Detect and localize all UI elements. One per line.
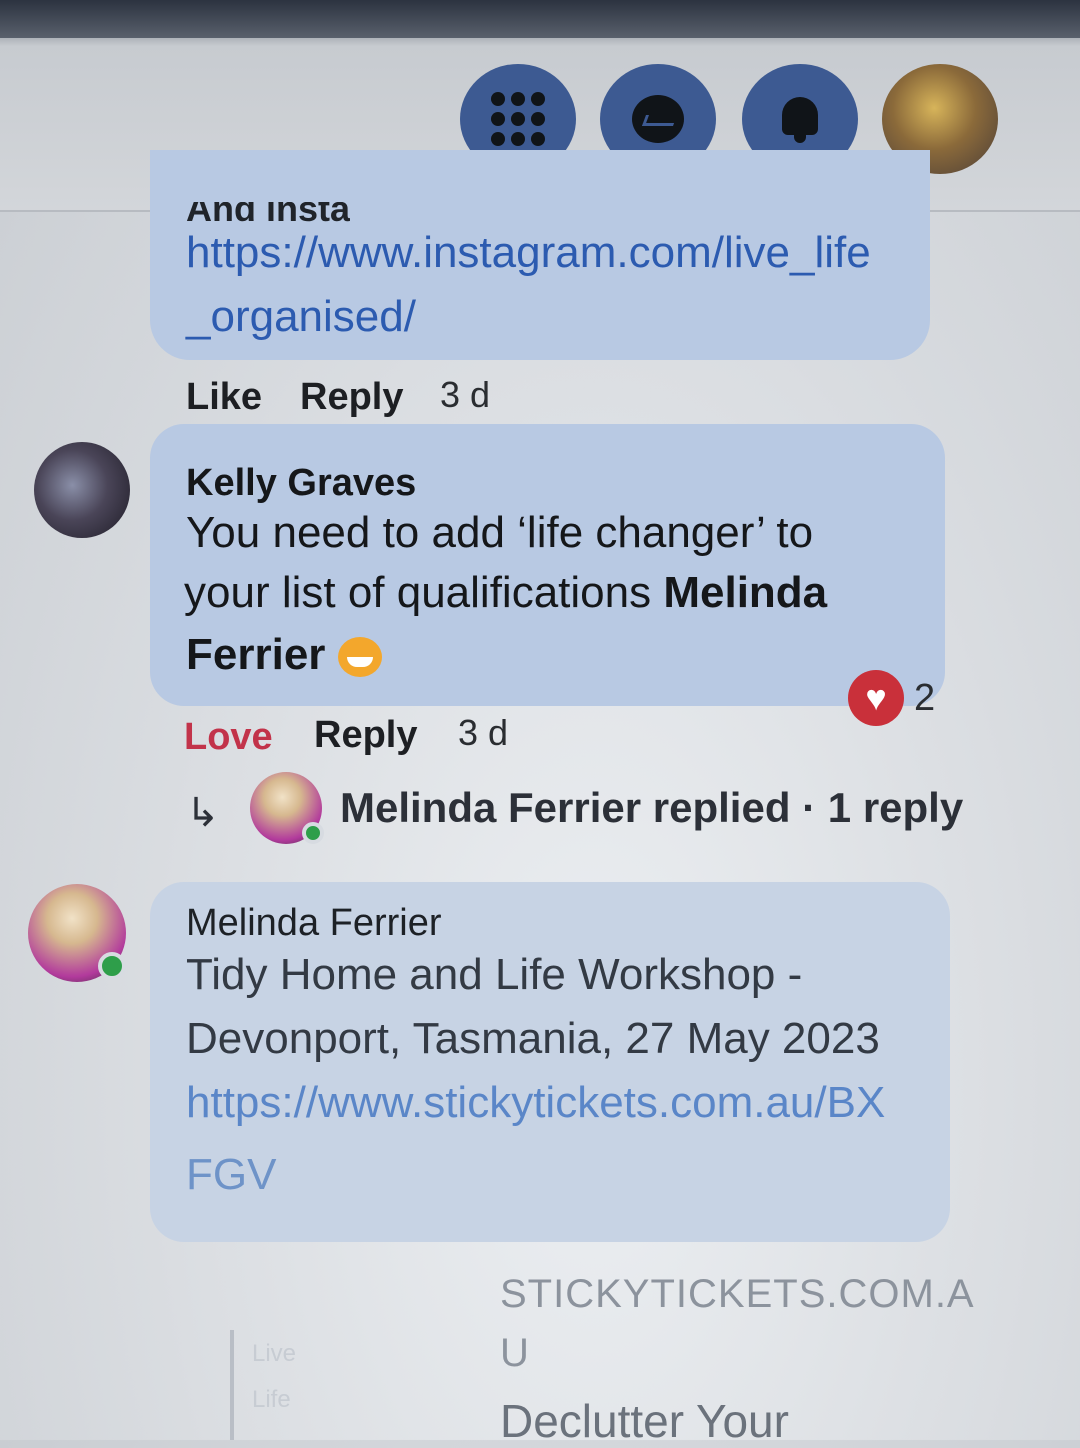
reply-button[interactable]: Reply (300, 376, 403, 419)
comment-text-line: Ferrier (186, 630, 382, 680)
online-status-icon (302, 822, 324, 844)
instagram-link[interactable]: https://www.instagram.com/live_life (186, 228, 871, 278)
mention-ferrier[interactable]: Ferrier (186, 630, 325, 679)
reply-button[interactable]: Reply (314, 714, 417, 757)
bell-icon (778, 95, 822, 143)
link-preview-domain[interactable]: STICKYTICKETS.COM.A U (500, 1272, 975, 1376)
preview-faded-text: Live (252, 1340, 297, 1367)
comment-text: your list of qualifications (184, 568, 664, 617)
messenger-icon (632, 95, 684, 143)
stickytickets-link[interactable]: https://www.stickytickets.com.au/BX (186, 1078, 885, 1128)
instagram-link-continued[interactable]: _organised/ (186, 292, 416, 342)
screen-edge (0, 0, 1080, 38)
online-status-icon (98, 952, 126, 980)
reaction-summary[interactable]: ♥ 2 (848, 670, 935, 726)
avatar[interactable] (34, 442, 130, 538)
grid-menu-icon (491, 92, 545, 146)
comment-text-line: your list of qualifications Melinda (184, 568, 827, 618)
reply-arrow-icon: ↳ (186, 791, 220, 835)
comment-author[interactable]: Melinda Ferrier (186, 902, 442, 945)
link-preview-domain-line: STICKYTICKETS.COM.A (500, 1272, 975, 1316)
link-preview-domain-line: U (500, 1331, 530, 1375)
preview-faded-text: Life (252, 1386, 291, 1413)
mention-melinda[interactable]: Melinda (663, 568, 827, 617)
like-button[interactable]: Like (186, 376, 262, 419)
view-replies-link[interactable]: Melinda Ferrier replied · 1 reply (340, 784, 963, 832)
comment-timestamp[interactable]: 3 d (458, 712, 508, 754)
stickytickets-link-continued[interactable]: FGV (186, 1150, 276, 1200)
grinning-emoji-icon (337, 637, 382, 678)
comment-text-line: Devonport, Tasmania, 27 May 2023 (186, 1014, 880, 1063)
comment-author[interactable]: Kelly Graves (186, 462, 416, 505)
heart-icon: ♥ (848, 670, 904, 726)
reaction-count: 2 (914, 676, 936, 719)
comment-timestamp[interactable]: 3 d (440, 374, 490, 416)
love-button[interactable]: Love (184, 716, 273, 759)
comment-text-line: You need to add ‘life changer’ to (186, 508, 814, 557)
comment-text-line: Tidy Home and Life Workshop - (186, 950, 803, 999)
link-preview-divider (230, 1330, 234, 1440)
